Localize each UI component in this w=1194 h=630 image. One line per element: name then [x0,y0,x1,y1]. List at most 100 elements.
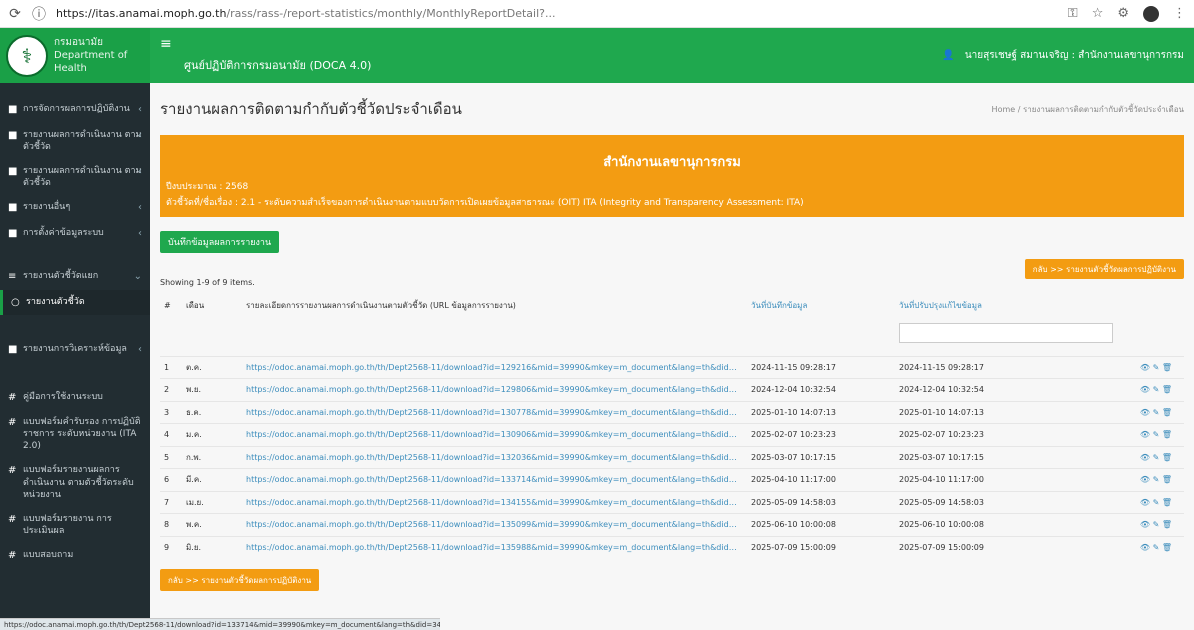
row-updated-date: 2025-06-10 10:00:08 [895,513,1125,536]
folder-icon: ■ [8,165,18,177]
sidebar-item-survey[interactable]: # แบบสอบถาม [0,543,150,569]
main-content: รายงานผลการติดตามกำกับตัวชี้วัดประจำเดือ… [150,83,1194,630]
sidebar-item-report-results[interactable]: ■ รายงานผลการดำเนินงาน ตามตัวชี้วัด ‹ [0,123,150,159]
sidebar-item-report-results-2[interactable]: ■ รายงานผลการดำเนินงาน ตามตัวชี้วัด ‹ [0,159,150,195]
hash-icon: # [8,417,17,429]
sidebar-item-form-ita[interactable]: # แบบฟอร์มคำรับรอง การปฏิบัติราชการ ระดับ… [0,410,150,458]
record-results-button[interactable]: บันทึกข้อมูลผลการรายงาน [160,231,280,253]
sidebar-item-settings[interactable]: ■ การตั้งค่าข้อมูลระบบ ‹ [0,221,150,247]
profile-avatar[interactable] [1143,5,1159,22]
row-actions[interactable]: 👁 ✎ 🗑 [1125,513,1184,536]
folder-icon: ■ [8,344,18,356]
sidebar-item-other-reports[interactable]: ■ รายงานอื่นๆ ‹ [0,195,150,221]
row-actions[interactable]: 👁 ✎ 🗑 [1125,468,1184,491]
hash-icon: # [8,391,17,403]
reload-icon[interactable]: ⟳ [8,6,22,22]
info-banner: สำนักงานเลขานุการกรม ปีงบประมาณ : 2568 ต… [160,135,1184,217]
row-url-link[interactable]: https://odoc.anamai.moph.go.th/th/Dept25… [242,423,747,446]
sidebar-item-label: รายงานการวิเคราะห์ข้อมูล [23,344,127,355]
banner-indicator: ตัวชี้วัดที่/ชื่อเรื่อง : 2.1 - ระดับควา… [166,198,804,208]
topbar: ≡ ศูนย์ปฏิบัติการกรมอนามัย (DOCA 4.0) 👤 … [150,28,1194,83]
row-number: 5 [160,445,182,469]
chevron-left-icon: ‹ [138,344,142,356]
row-actions[interactable]: 👁 ✎ 🗑 [1125,445,1184,469]
row-created-date: 2025-05-09 14:58:03 [747,490,895,514]
row-url-link[interactable]: https://odoc.anamai.moph.go.th/th/Dept25… [242,490,747,514]
table-row: 6 มี.ค. https://odoc.anamai.moph.go.th/th/… [160,468,1184,491]
sidebar-item-performance[interactable]: ■ การจัดการผลการปฏิบัติงาน ‹ [0,97,150,123]
address-bar[interactable]: https://itas.anamai.moph.go.th/rass/rass… [56,7,1058,20]
col-month: เดือน [186,301,205,310]
folder-icon: ■ [8,202,18,214]
row-created-date: 2025-02-07 10:23:23 [747,423,895,446]
row-actions[interactable]: 👁 ✎ 🗑 [1125,400,1184,424]
chevron-left-icon: ‹ [138,202,142,214]
row-number: 2 [160,378,182,401]
report-table: # เดือน รายละเอียดการรายงานผลการดำเนินงา… [160,293,1184,559]
table-row: 4 ม.ค. https://odoc.anamai.moph.go.th/th/D… [160,423,1184,446]
row-url-link[interactable]: https://odoc.anamai.moph.go.th/th/Dept25… [242,535,747,559]
department-logo-icon: ⚕ [6,34,48,77]
breadcrumb[interactable]: Home / รายงานผลการติดตามกำกับตัวชี้วัดปร… [992,103,1184,116]
row-actions[interactable]: 👁 ✎ 🗑 [1125,378,1184,401]
row-url-link[interactable]: https://odoc.anamai.moph.go.th/th/Dept25… [242,378,747,401]
col-created-date[interactable]: วันที่บันทึกข้อมูล [747,293,895,318]
row-month: ต.ค. [182,355,242,379]
row-month: ธ.ค. [182,400,242,424]
row-month: มิ.ย. [182,535,242,559]
filter-row [160,318,1184,348]
table-row: 9 มิ.ย. https://odoc.anamai.moph.go.th/th/… [160,535,1184,559]
user-menu[interactable]: 👤 นายสุรเชษฐ์ สมานเจริญ : สำนักงานเลขานุ… [942,48,1184,63]
sidebar-item-label: รายงานอื่นๆ [23,202,71,213]
app-title: ศูนย์ปฏิบัติการกรมอนามัย (DOCA 4.0) [184,59,372,72]
table-row: 3 ธ.ค. https://odoc.anamai.moph.go.th/th/D… [160,400,1184,424]
url-host: https://itas.anamai.moph.go.th [56,7,227,20]
status-bar: https://odoc.anamai.moph.go.th/th/Dept25… [0,618,440,630]
sidebar-item-indicator-reports[interactable]: ≡ รายงานตัวชี้วัดแยก ⌄ [0,264,150,290]
info-icon[interactable]: ⓘ [32,4,46,24]
row-actions[interactable]: 👁 ✎ 🗑 [1125,423,1184,446]
key-icon[interactable]: ⚿ [1068,6,1078,21]
banner-org: สำนักงานเลขานุการกรม [603,155,741,170]
sidebar-item-form-evaluation[interactable]: # แบบฟอร์มรายงาน การประเมินผล [0,507,150,543]
sidebar-item-manual[interactable]: # คู่มือการใช้งานระบบ [0,385,150,411]
row-created-date: 2025-04-10 11:17:00 [747,468,895,491]
row-url-link[interactable]: https://odoc.anamai.moph.go.th/th/Dept25… [242,355,747,379]
hamburger-icon[interactable]: ≡ [160,36,172,52]
row-updated-date: 2025-04-10 11:17:00 [895,468,1125,491]
updated-date-filter-input[interactable] [899,323,1113,343]
sidebar-item-form-results[interactable]: # แบบฟอร์มรายงานผลการดำเนินงาน ตามตัวชี้ว… [0,458,150,506]
sidebar-item-analysis[interactable]: ■ รายงานการวิเคราะห์ข้อมูล ‹ [0,337,150,363]
row-created-date: 2025-07-09 15:00:09 [747,535,895,559]
chevron-left-icon: ‹ [138,129,142,141]
chevron-left-icon: ‹ [138,227,142,239]
table-row: 7 เม.ย. https://odoc.anamai.moph.go.th/th/… [160,490,1184,514]
row-actions[interactable]: 👁 ✎ 🗑 [1125,490,1184,514]
star-icon[interactable]: ☆ [1092,6,1104,21]
page-title: รายงานผลการติดตามกำกับตัวชี้วัดประจำเดือ… [160,100,462,118]
table-row: 8 พ.ค. https://odoc.anamai.moph.go.th/th/D… [160,513,1184,536]
col-updated-date[interactable]: วันที่ปรับปรุงแก้ไขข้อมูล [895,293,1125,318]
row-url-link[interactable]: https://odoc.anamai.moph.go.th/th/Dept25… [242,400,747,424]
chevron-down-icon: ⌄ [133,271,142,283]
sidebar-item-label: แบบสอบถาม [23,550,74,561]
hash-icon: # [8,465,17,477]
row-url-link[interactable]: https://odoc.anamai.moph.go.th/th/Dept25… [242,513,747,536]
row-actions[interactable]: 👁 ✎ 🗑 [1125,355,1184,379]
logo-text-english: Department of Health [54,50,128,74]
url-path: /rass/rass-/report-statistics/monthly/Mo… [226,7,556,20]
row-url-link[interactable]: https://odoc.anamai.moph.go.th/th/Dept25… [242,468,747,491]
row-url-link[interactable]: https://odoc.anamai.moph.go.th/th/Dept25… [242,445,747,469]
menu-icon[interactable]: ⋮ [1173,6,1186,21]
row-created-date: 2025-03-07 10:17:15 [747,445,895,469]
table-header-row: # เดือน รายละเอียดการรายงานผลการดำเนินงา… [160,293,1184,318]
back-to-reports-button-bottom[interactable]: กลับ >> รายงานตัวชี้วัดผลการปฏิบัติงาน [160,569,320,591]
extensions-icon[interactable]: ⚙ [1117,6,1129,21]
sidebar-item-indicator-report[interactable]: ○ รายงานตัวชี้วัด [0,289,150,316]
table-row: 5 ก.พ. https://odoc.anamai.moph.go.th/th/D… [160,445,1184,469]
back-to-reports-button-top[interactable]: กลับ >> รายงานตัวชี้วัดผลการปฏิบัติงาน [1024,259,1184,279]
sidebar-item-label: รายงานตัวชี้วัดแยก [23,271,99,282]
row-actions[interactable]: 👁 ✎ 🗑 [1125,535,1184,559]
logo-area[interactable]: ⚕ กรมอนามัย Department of Health [0,28,150,83]
row-month: มี.ค. [182,468,242,491]
